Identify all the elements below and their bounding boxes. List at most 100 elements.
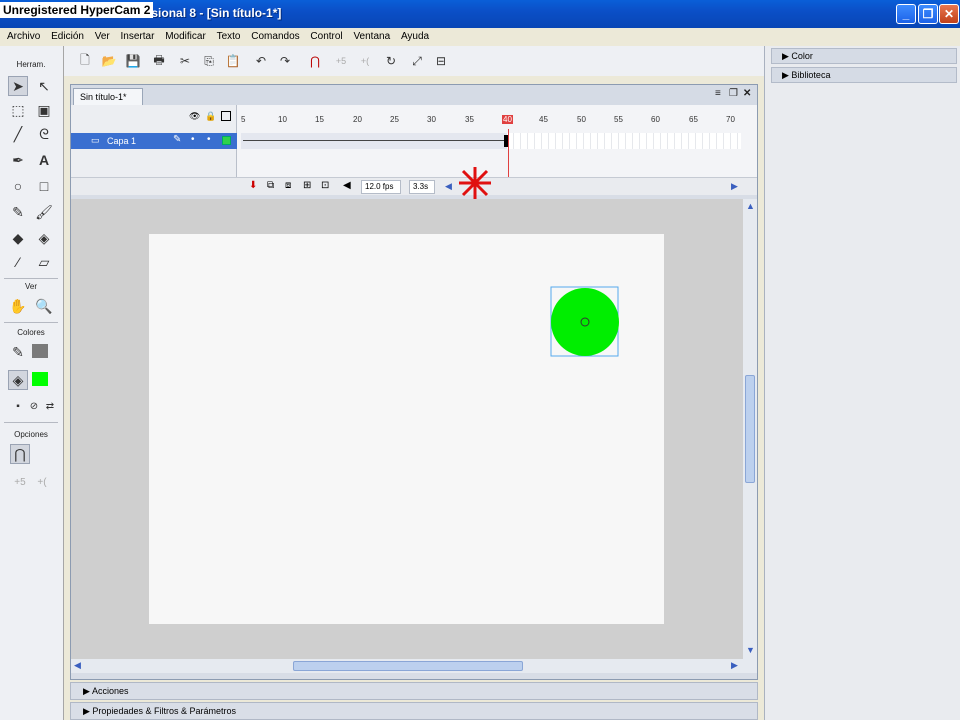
ruler-tick: 15 [315, 115, 324, 124]
rectangle-tool-icon[interactable]: □ [34, 176, 54, 196]
actions-panel-label: Acciones [91, 686, 129, 696]
restore-icon[interactable]: ❐ [729, 88, 738, 99]
line-tool-icon[interactable]: ╱ [8, 124, 28, 144]
lasso-tool-icon[interactable]: ᘓ [34, 124, 54, 144]
stroke-color-icon[interactable]: ✎ [8, 342, 28, 362]
ink-bottle-icon[interactable]: ◆ [8, 228, 28, 248]
menu-archivo[interactable]: Archivo [3, 28, 44, 46]
pencil-tool-icon[interactable]: ✎ [8, 202, 28, 222]
print-icon[interactable]: 🖶 [150, 52, 168, 70]
onion-markers-icon[interactable]: ⊡ [321, 180, 329, 191]
subselection-tool-icon[interactable]: ↖ [34, 76, 54, 96]
properties-panel-header[interactable]: ▶ Propiedades & Filtros & Parámetros [70, 702, 758, 720]
layer-color-swatch[interactable] [222, 136, 231, 145]
selection-tool-icon[interactable]: ➤ [8, 76, 28, 96]
save-icon[interactable]: 💾 [124, 52, 142, 70]
lock-icon[interactable]: 🔒 [205, 111, 216, 122]
close-button[interactable]: ✕ [939, 4, 959, 24]
layer-name: Capa 1 [107, 136, 137, 146]
new-file-icon[interactable]: 🗋 [76, 52, 94, 70]
minimize-button[interactable]: _ [896, 4, 916, 24]
scroll-right-icon[interactable]: ▶ [731, 181, 738, 192]
snap-magnet-icon[interactable]: ⋂ [306, 52, 324, 70]
horizontal-scroll-thumb[interactable] [293, 661, 523, 671]
stroke-color-swatch[interactable] [32, 344, 48, 358]
brush-tool-icon[interactable]: 🖌 [34, 202, 54, 222]
close-icon[interactable]: ✕ [743, 88, 751, 99]
fill-color-icon[interactable]: ◈ [8, 370, 28, 390]
tool-separator [4, 322, 58, 323]
stage[interactable] [149, 234, 664, 624]
hand-tool-icon[interactable]: ✋ [8, 296, 28, 316]
color-panel-label: Color [791, 51, 813, 61]
zoom-tool-icon[interactable]: 🔍 [34, 296, 54, 316]
menu-icon[interactable]: ≡ [715, 88, 721, 99]
straighten-icon[interactable]: +( [356, 52, 374, 70]
onion-skin-icon[interactable]: ⧉ [267, 180, 274, 191]
scroll-left-icon[interactable]: ◀ [74, 660, 81, 671]
scroll-up-icon[interactable]: ▲ [746, 201, 755, 211]
vertical-scrollbar[interactable]: ▲ ▼ [743, 199, 757, 659]
scale-icon[interactable]: ⤢ [408, 52, 426, 70]
snap-magnet-icon[interactable]: ⋂ [10, 444, 30, 464]
scroll-down-icon[interactable]: ▼ [746, 645, 755, 655]
smooth-icon[interactable]: +5 [10, 472, 30, 492]
outline-icon[interactable] [221, 111, 231, 121]
scroll-right-icon[interactable]: ▶ [731, 660, 738, 671]
straighten-icon[interactable]: +( [32, 472, 52, 492]
tool-separator [4, 278, 58, 279]
menu-ventana[interactable]: Ventana [349, 28, 394, 46]
eye-icon[interactable]: 👁 [189, 111, 200, 122]
rotate-icon[interactable]: ↻ [382, 52, 400, 70]
paste-icon[interactable]: 📋 [224, 52, 242, 70]
ruler-tick: 5 [241, 115, 246, 124]
fill-color-swatch[interactable] [32, 372, 48, 386]
expand-arrow-icon: ▶ [83, 706, 93, 716]
menu-bar: Archivo Edición Ver Insertar Modificar T… [0, 28, 960, 46]
scroll-left-icon[interactable]: ◀ [445, 181, 452, 192]
free-transform-icon[interactable]: ⬚ [8, 100, 28, 120]
smooth-icon[interactable]: +5 [332, 52, 350, 70]
swap-colors-icon[interactable]: ⇄ [40, 396, 60, 416]
ruler-tick: 50 [577, 115, 586, 124]
green-circle[interactable] [551, 288, 619, 356]
actions-panel-header[interactable]: ▶ Acciones [70, 682, 758, 700]
layer-row[interactable]: ▭ Capa 1 ✎ • • [71, 133, 237, 149]
lock-dot[interactable]: • [207, 134, 211, 145]
paint-bucket-icon[interactable]: ◈ [34, 228, 54, 248]
copy-icon[interactable]: ⎘ [200, 52, 218, 70]
cut-icon[interactable]: ✂ [176, 52, 194, 70]
frames-row[interactable] [241, 133, 741, 149]
document-tab[interactable]: Sin título-1* [73, 88, 143, 105]
text-tool-icon[interactable]: A [34, 150, 54, 170]
open-file-icon[interactable]: 📂 [100, 52, 118, 70]
ruler-tick: 70 [726, 115, 735, 124]
eraser-icon[interactable]: ▱ [34, 252, 54, 272]
vertical-scroll-thumb[interactable] [745, 375, 755, 483]
menu-comandos[interactable]: Comandos [247, 28, 303, 46]
edit-multiple-icon[interactable]: ⊞ [303, 180, 311, 191]
onion-outline-icon[interactable]: ⧈ [285, 180, 291, 191]
menu-modificar[interactable]: Modificar [161, 28, 210, 46]
align-icon[interactable]: ⊟ [432, 52, 450, 70]
menu-control[interactable]: Control [306, 28, 346, 46]
ruler-tick: 45 [539, 115, 548, 124]
library-panel-header[interactable]: ▶ Biblioteca [771, 67, 957, 83]
color-panel-header[interactable]: ▶ Color [771, 48, 957, 64]
center-frame-icon[interactable]: ⬇ [249, 180, 257, 191]
menu-texto[interactable]: Texto [213, 28, 245, 46]
eyedropper-icon[interactable]: ⁄ [8, 252, 28, 272]
redo-icon[interactable]: ↷ [276, 52, 294, 70]
menu-edicion[interactable]: Edición [47, 28, 88, 46]
menu-insertar[interactable]: Insertar [117, 28, 159, 46]
maximize-button[interactable]: ❐ [918, 4, 938, 24]
horizontal-scrollbar[interactable]: ◀ ▶ [71, 659, 757, 673]
undo-icon[interactable]: ↶ [252, 52, 270, 70]
menu-ayuda[interactable]: Ayuda [397, 28, 433, 46]
visible-dot[interactable]: • [191, 134, 195, 145]
oval-tool-icon[interactable]: ○ [8, 176, 28, 196]
menu-ver[interactable]: Ver [91, 28, 114, 46]
playhead-tick[interactable]: 40 [502, 115, 513, 124]
pen-tool-icon[interactable]: ✒ [8, 150, 28, 170]
fill-transform-icon[interactable]: ▣ [34, 100, 54, 120]
